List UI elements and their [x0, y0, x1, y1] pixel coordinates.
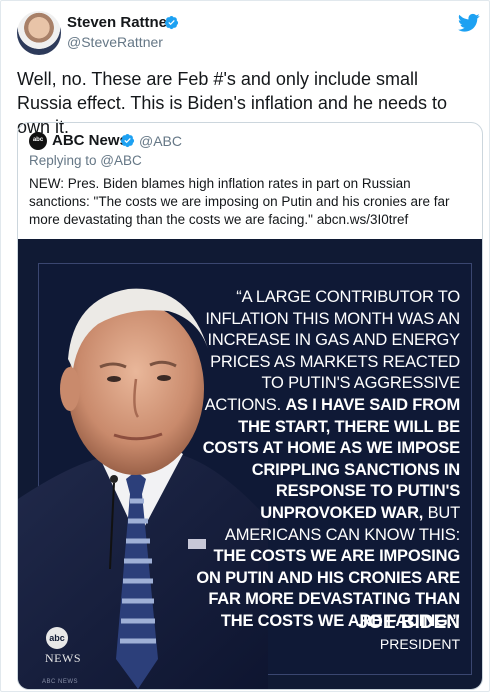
abc-avatar-text: abc: [32, 137, 44, 143]
tweet-card: Steven Rattner @SteveRattner Well, no. T…: [0, 0, 490, 692]
quote-line: COSTS AT HOME AS WE IMPOSE: [202, 439, 460, 458]
quote-line: THE COSTS WE ARE IMPOSING: [213, 547, 461, 566]
abc-logo: abc: [46, 627, 68, 649]
verified-badge-icon: [164, 15, 179, 30]
attribution-name: JOE BIDEN: [357, 612, 460, 633]
quote-line: PRICES AS MARKETS REACTED: [210, 352, 460, 371]
quote-line: INFLATION THIS MONTH WAS AN: [205, 309, 460, 328]
quote-graphic[interactable]: “A LARGE CONTRIBUTOR TO INFLATION THIS MO…: [18, 239, 482, 689]
quote-line: ACTIONS. AS I HAVE SAID FROM: [204, 395, 461, 414]
quote-text-block: “A LARGE CONTRIBUTOR TO INFLATION THIS MO…: [170, 287, 460, 633]
quote-line: ON PUTIN AND HIS CRONIES ARE: [196, 568, 460, 587]
news-logotype: NEWS: [45, 651, 81, 665]
quoted-author-handle[interactable]: @ABC: [139, 133, 182, 149]
replying-to[interactable]: Replying to @ABC: [29, 153, 142, 168]
quote-line: FAR MORE DEVASTATING THAN: [208, 590, 460, 609]
author-name[interactable]: Steven Rattner: [67, 14, 173, 31]
quote-line: THE START, THERE WILL BE: [238, 417, 460, 436]
quote-line: INCREASE IN GAS AND ENERGY: [207, 331, 461, 350]
quoted-tweet-text: NEW: Pres. Biden blames high inflation r…: [29, 176, 450, 227]
verified-badge-icon: [120, 133, 135, 148]
author-avatar[interactable]: [17, 11, 61, 55]
quote-line: TO PUTIN'S AGGRESSIVE: [261, 374, 460, 393]
quote-line: UNPROVOKED WAR, BUT: [260, 503, 460, 522]
quote-line: AMERICANS CAN KNOW THIS:: [224, 525, 460, 544]
quote-attribution: JOE BIDEN PRESIDENT: [358, 612, 460, 652]
twitter-bird-icon[interactable]: [458, 13, 480, 33]
attribution-title: PRESIDENT: [379, 636, 460, 652]
quoted-author-avatar[interactable]: abc: [29, 132, 47, 150]
quoted-tweet[interactable]: abc ABC News @ABC Replying to @ABC NEW: …: [17, 122, 483, 690]
footer-watermark: ABC NEWS: [42, 679, 79, 685]
quoted-author-name[interactable]: ABC News: [52, 132, 128, 149]
author-handle[interactable]: @SteveRattner: [67, 34, 163, 50]
quote-line: CRIPPLING SANCTIONS IN: [251, 460, 460, 479]
quote-line: RESPONSE TO PUTIN'S: [275, 482, 460, 501]
quote-line: “A LARGE CONTRIBUTOR TO: [236, 288, 460, 306]
